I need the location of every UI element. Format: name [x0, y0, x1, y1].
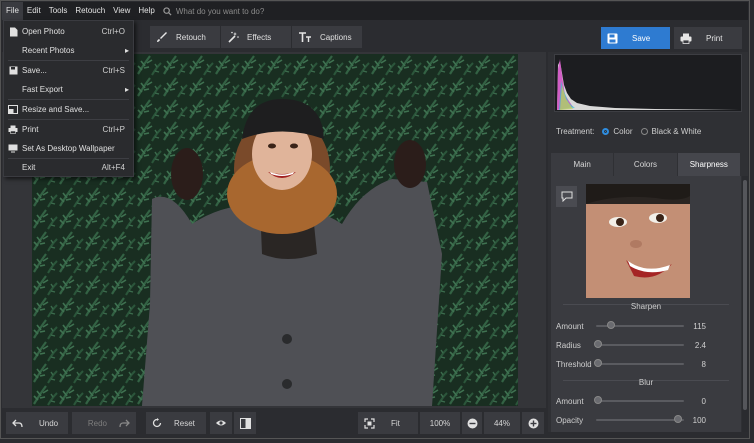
menu-view[interactable]: View	[109, 2, 134, 20]
panel-tabs: Main Colors Sharpness	[551, 153, 741, 176]
slider-value: 115	[693, 321, 706, 331]
menu-item-fast-export[interactable]: Fast Export ▸	[4, 80, 133, 99]
preview-face	[586, 184, 690, 298]
slider-blur-amount[interactable]: Amount 0	[556, 394, 706, 408]
search-placeholder: What do you want to do?	[175, 6, 265, 16]
tab-sharpness[interactable]: Sharpness	[677, 153, 741, 176]
slider-value: 2.4	[694, 340, 706, 350]
slider-sharpen-threshold[interactable]: Threshold 8	[556, 357, 706, 371]
submenu-arrow-icon: ▸	[124, 85, 129, 94]
slider-label: Radius	[556, 340, 581, 350]
menu-item-set-as-wallpaper[interactable]: Set As Desktop Wallpaper	[4, 139, 133, 158]
radio-black-white[interactable]	[640, 128, 648, 135]
menu-item-exit[interactable]: Exit Alt+F4	[4, 158, 133, 177]
redo-button[interactable]: Redo	[72, 412, 136, 434]
slider-label: Amount	[556, 396, 584, 406]
slider-sharpen-amount[interactable]: Amount 115	[556, 319, 706, 333]
print-icon	[680, 33, 692, 44]
sharpness-preview	[586, 184, 690, 298]
slider-label: Opacity	[556, 415, 584, 425]
save-icon	[9, 66, 17, 75]
redo-icon	[119, 419, 130, 427]
slider-knob[interactable]	[594, 396, 602, 404]
slider-knob[interactable]	[594, 359, 602, 367]
treatment-selector: Treatment: Color Black & White	[556, 127, 701, 136]
histogram	[554, 54, 742, 112]
menu-retouch[interactable]: Retouch	[71, 2, 109, 20]
undo-icon	[12, 419, 23, 427]
slider-label: Amount	[556, 321, 584, 331]
menu-bar: File Edit Tools Retouch View Help What d…	[2, 2, 748, 20]
menu-item-resize-and-save[interactable]: Resize and Save...	[4, 100, 133, 119]
menu-file[interactable]: File	[2, 2, 23, 20]
save-icon	[607, 33, 618, 43]
radio-color[interactable]	[602, 128, 610, 135]
treatment-label: Treatment:	[556, 127, 595, 136]
slider-track[interactable]	[596, 419, 684, 421]
minus-circle-icon	[467, 418, 477, 428]
slider-knob[interactable]	[594, 340, 602, 348]
menu-item-open-photo[interactable]: Open Photo Ctrl+O	[4, 22, 133, 41]
radio-black-white-label[interactable]: Black & White	[652, 127, 702, 136]
menu-item-recent-photos[interactable]: Recent Photos ▸	[4, 41, 133, 60]
tab-colors[interactable]: Colors	[614, 153, 678, 176]
print-icon	[8, 125, 18, 134]
slider-track[interactable]	[596, 363, 684, 365]
speech-bubble-icon	[561, 191, 572, 202]
blur-title: Blur	[638, 378, 654, 387]
zoom-level: 44%	[484, 412, 520, 434]
slider-blur-opacity[interactable]: Opacity 100	[556, 413, 706, 427]
radio-color-label[interactable]: Color	[613, 127, 632, 136]
menu-item-save[interactable]: Save... Ctrl+S	[4, 61, 133, 80]
slider-track[interactable]	[596, 344, 684, 346]
compare-button[interactable]	[556, 186, 577, 207]
slider-sharpen-radius[interactable]: Radius 2.4	[556, 338, 706, 352]
search-icon	[163, 6, 172, 16]
menu-edit[interactable]: Edit	[23, 2, 45, 20]
slider-knob[interactable]	[607, 321, 615, 329]
eye-icon	[216, 420, 226, 426]
tab-captions[interactable]: Captions	[292, 26, 362, 48]
menu-help[interactable]: Help	[134, 2, 158, 20]
reset-button[interactable]: Reset	[146, 412, 206, 434]
histogram-graph	[557, 59, 739, 110]
slider-knob[interactable]	[674, 415, 682, 423]
magic-wand-icon	[228, 31, 239, 43]
open-file-icon	[9, 27, 17, 36]
tab-effects[interactable]: Effects	[221, 26, 291, 48]
menu-tools[interactable]: Tools	[45, 2, 72, 20]
file-menu-dropdown: Open Photo Ctrl+O Recent Photos ▸ Save..…	[3, 20, 134, 177]
print-button[interactable]: Print	[674, 27, 742, 49]
plus-circle-icon	[528, 418, 538, 428]
sharpen-title: Sharpen	[630, 302, 662, 311]
command-search[interactable]: What do you want to do?	[163, 6, 265, 16]
slider-value: 100	[692, 415, 706, 425]
slider-track[interactable]	[596, 400, 684, 402]
slider-value: 0	[701, 396, 706, 406]
slider-label: Threshold	[556, 359, 592, 369]
slider-value: 8	[701, 359, 706, 369]
zoom-in-button[interactable]	[522, 412, 544, 434]
scrollbar-thumb[interactable]	[743, 180, 747, 410]
fit-screen-icon	[364, 417, 375, 429]
preview-toggle-button[interactable]	[210, 412, 232, 434]
zoom-100-button[interactable]: 100%	[420, 412, 460, 434]
save-button[interactable]: Save	[601, 27, 670, 49]
monitor-icon	[8, 144, 18, 153]
submenu-arrow-icon: ▸	[124, 46, 129, 55]
menu-item-print[interactable]: Print Ctrl+P	[4, 120, 133, 139]
fit-button[interactable]: Fit	[358, 412, 418, 434]
tab-retouch[interactable]: Retouch	[150, 26, 220, 48]
resize-icon	[8, 105, 18, 114]
zoom-out-button[interactable]	[462, 412, 482, 434]
reset-icon	[152, 418, 162, 428]
tab-main[interactable]: Main	[551, 153, 615, 176]
brush-icon	[157, 32, 167, 42]
text-icon	[299, 32, 311, 42]
undo-button[interactable]: Undo	[6, 412, 68, 434]
panel-scrollbar[interactable]	[742, 176, 748, 432]
split-view-icon	[239, 417, 251, 429]
compare-view-button[interactable]	[234, 412, 256, 434]
